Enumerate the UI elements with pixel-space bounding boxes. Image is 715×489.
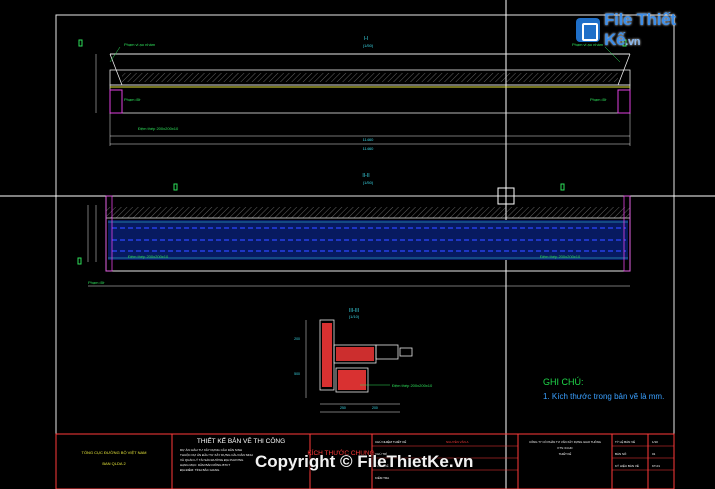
logo-suffix: .vn: [625, 36, 641, 48]
elev2-tag-1: Đệm thép 200x200x10: [128, 254, 169, 259]
tb-agency-2: BAN QLDA 2: [102, 461, 126, 466]
tb-note-2: THUỘC DỰ ÁN ĐẦU TƯ XÂY DỰNG CẦU DÂN SINH: [180, 452, 253, 457]
section-dim-4: 200: [372, 406, 378, 410]
elev1-end-left: [109, 53, 123, 86]
elev2-slab-hatch: [106, 207, 630, 218]
section-tag: Đệm thép 200x200x10: [392, 383, 433, 388]
elev2-tag-3: Phạm đỡ: [88, 280, 105, 285]
elev2-corner-mark: [77, 257, 82, 265]
tb-name-1: NGUYỄN VĂN A: [446, 439, 469, 444]
elev1-section-mark-left: [78, 39, 83, 47]
tb-role-4: KIỂM TRA: [375, 475, 389, 480]
elev1-scale: (1/50): [363, 43, 374, 48]
notes-item-1: 1. Kích thước trong bản vẽ là mm.: [543, 392, 665, 401]
site-logo[interactable]: File Thiết Kế.vn: [576, 10, 708, 49]
elev1-end-block-right: [617, 89, 631, 114]
section-bearing: [338, 370, 366, 390]
tb-company-3: THIẾT KẾ: [559, 451, 572, 456]
elev2-section-mark-right: [560, 183, 565, 191]
tb-note-3: VÀ QUẢN LÝ TÀI SẢN ĐƯỜNG ĐỊA PHƯƠNG: [180, 457, 244, 462]
section-dim-1: 200: [294, 337, 300, 341]
tb-scale-label-3: KÝ HIỆU BẢN VẼ: [615, 463, 639, 468]
elev1-label: I-I: [364, 36, 368, 42]
section-3: III-III (1/10) Đệm thép 200x200x10 200 5…: [294, 308, 433, 413]
tb-stage: THIẾT KẾ BẢN VẼ THI CÔNG: [197, 435, 285, 445]
elev1-end-block-left: [109, 89, 123, 114]
tb-role-1: CHỦ NHIỆM THIẾT KẾ: [375, 439, 406, 444]
elev1-dim-1: 11460: [363, 137, 375, 142]
elev1-tag-4: Phạm đỡ: [590, 97, 607, 102]
section-beam: [375, 344, 399, 360]
notes-title: GHI CHÚ:: [543, 377, 584, 387]
elev1-end-right: [617, 53, 631, 86]
tb-scale-label-1: TỶ LỆ BẢN VẼ: [615, 439, 635, 444]
tb-note-4: HẠNG MỤC: DẦM BẢN RỖNG BTCT: [180, 462, 230, 467]
elev1-dim-2: 11460: [363, 146, 375, 151]
cad-drawing-canvas[interactable]: I-I (1/50) 11460 11460 Phạm vi ạo nhám P…: [0, 0, 715, 489]
tb-note-5: ĐỊA ĐIỂM: TỈNH BẮC GIANG: [180, 467, 220, 472]
elev2-tag-2: Đệm thép 200x200x10: [540, 254, 581, 259]
elev1-tag-3: Phạm đỡ: [124, 97, 141, 102]
tb-agency-1: TỔNG CỤC ĐƯỜNG BỘ VIỆT NAM: [82, 450, 147, 455]
file-icon: [576, 18, 601, 42]
section-dim-3: 250: [340, 406, 346, 410]
elevation-1: I-I (1/50) 11460 11460 Phạm vi ạo nhám P…: [78, 36, 631, 151]
tb-company-2: KTS: 04 HN: [558, 446, 573, 450]
tb-scale-label-2: BẢN SỐ: [615, 451, 627, 456]
elevation-2: II-II (1/50) Đệm thép 200x200x10 Đệm thé…: [77, 173, 631, 287]
elev1-beam: [109, 84, 631, 114]
elev2-label: II-II: [362, 173, 369, 179]
section-cap-fill: [336, 347, 374, 361]
section-scale: (1/10): [349, 314, 360, 319]
elev1-slab-hatch: [122, 73, 618, 82]
tb-scale-value-2: 01: [652, 452, 656, 456]
elev1-tag-5: Đệm thép 200x200x10: [138, 126, 179, 131]
tb-scale-value-1: 1/10: [652, 440, 658, 444]
tb-scale-value-3: KT-01: [652, 464, 660, 468]
copyright-watermark: Copyright © FileThietKe.vn: [255, 452, 474, 471]
elev2-section-mark-left: [173, 183, 178, 191]
elev2-scale: (1/50): [363, 180, 374, 185]
section-dim-2: 500: [294, 372, 300, 376]
section-pier-fill: [322, 323, 332, 387]
tb-company-1: CÔNG TY CỔ PHẦN TƯ VẤN XÂY DỰNG GIAO THÔ…: [529, 439, 601, 444]
tb-note-1: DỰ ÁN: ĐẦU TƯ XÂY DỰNG CẦU DÂN SINH: [180, 447, 242, 452]
section-joint: [399, 347, 413, 357]
elev1-tag-1: Phạm vi ạo nhám: [124, 42, 156, 47]
